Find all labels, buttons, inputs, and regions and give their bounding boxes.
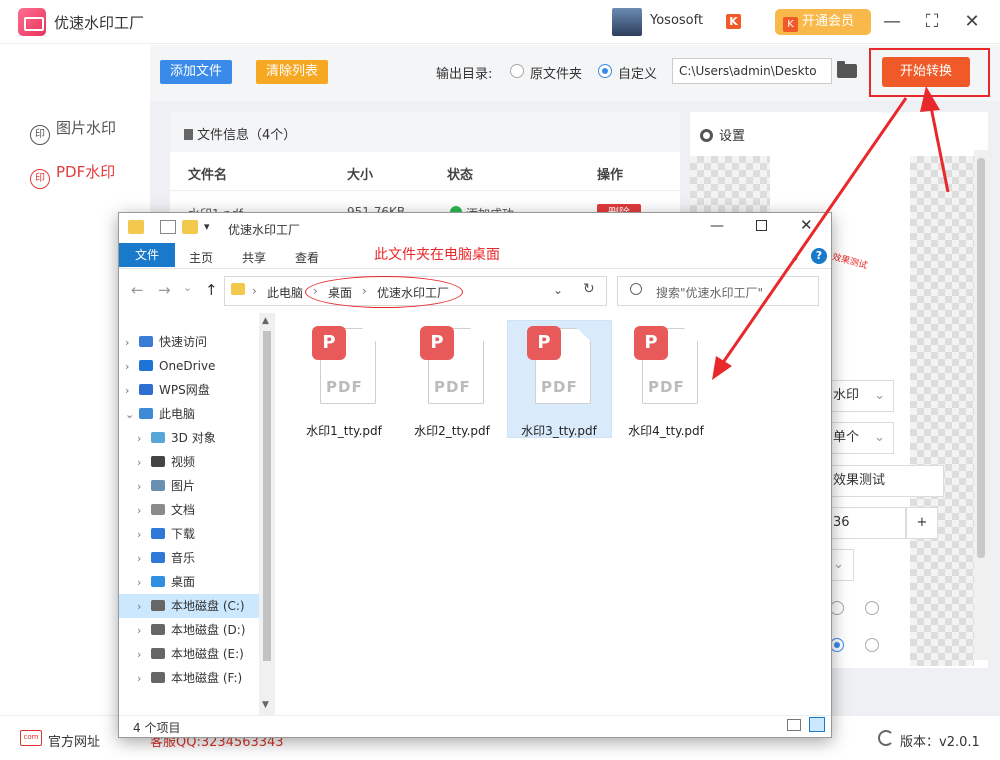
- arrow-line-up: [928, 101, 950, 193]
- annotation-arrows: [712, 86, 950, 380]
- arrow-line-down: [720, 97, 908, 365]
- arrow-head-down: [712, 356, 732, 380]
- arrow-head-up: [920, 86, 940, 112]
